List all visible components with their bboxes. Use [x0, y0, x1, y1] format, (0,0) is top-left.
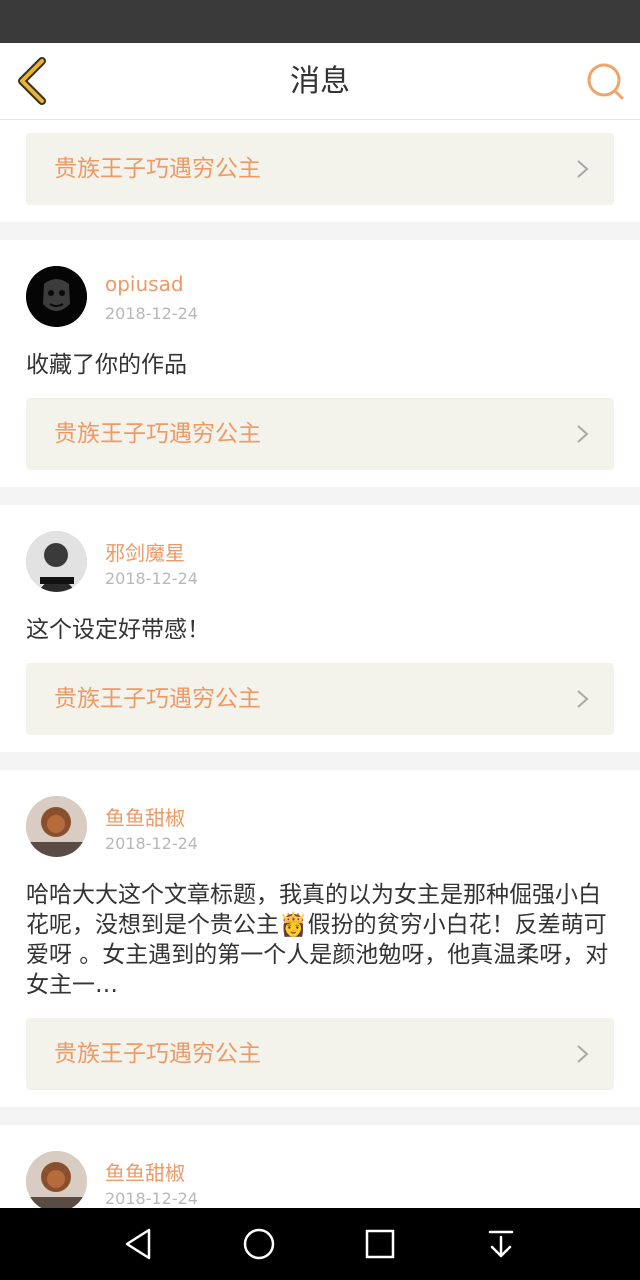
message-text: 这个设定好带感！ — [26, 617, 210, 643]
avatar[interactable] — [26, 531, 87, 592]
search-icon — [587, 63, 624, 100]
avatar-image — [26, 796, 87, 857]
top-bar: 消息 — [0, 43, 640, 120]
nav-back-button[interactable] — [119, 1224, 159, 1264]
avatar-image — [26, 1151, 87, 1208]
message-card: 贵族王子巧遇穷公主 — [0, 120, 640, 222]
work-title: 贵族王子巧遇穷公主 — [54, 421, 261, 447]
system-nav-bar — [0, 1208, 640, 1280]
message-date: 2018-12-24 — [105, 1189, 198, 1208]
back-button[interactable] — [12, 57, 58, 105]
work-title: 贵族王子巧遇穷公主 — [54, 1041, 261, 1067]
username[interactable]: 鱼鱼甜椒 — [105, 1157, 185, 1186]
message-card: opiusad 2018-12-24 收藏了你的作品 贵族王子巧遇穷公主 — [0, 240, 640, 487]
message-card: 鱼鱼甜椒 2018-12-24 — [0, 1125, 640, 1208]
circle-home-icon — [243, 1228, 275, 1260]
username[interactable]: 邪剑魔星 — [105, 537, 185, 566]
message-card: 邪剑魔星 2018-12-24 这个设定好带感！ 贵族王子巧遇穷公主 — [0, 505, 640, 752]
message-date: 2018-12-24 — [105, 569, 198, 588]
username[interactable]: opiusad — [105, 272, 184, 296]
nav-home-button[interactable] — [239, 1224, 279, 1264]
message-text: 收藏了你的作品 — [26, 352, 187, 378]
avatar[interactable] — [26, 796, 87, 857]
page-title: 消息 — [290, 64, 350, 99]
avatar[interactable] — [26, 266, 87, 327]
avatar[interactable] — [26, 1151, 87, 1208]
work-title: 贵族王子巧遇穷公主 — [54, 156, 261, 182]
work-link[interactable]: 贵族王子巧遇穷公主 — [26, 398, 614, 470]
message-date: 2018-12-24 — [105, 834, 198, 853]
back-arrow-icon — [18, 57, 46, 105]
nav-recents-button[interactable] — [360, 1224, 400, 1264]
avatar-image — [26, 266, 87, 327]
message-feed[interactable]: 贵族王子巧遇穷公主 opiusad 2018-12-24 收藏了你的作品 贵族王… — [0, 120, 640, 1208]
work-link[interactable]: 贵族王子巧遇穷公主 — [26, 663, 614, 735]
triangle-back-icon — [125, 1228, 151, 1260]
search-button[interactable] — [584, 60, 626, 102]
pull-down-icon — [488, 1230, 514, 1258]
avatar-image — [26, 531, 87, 592]
chevron-right-icon — [577, 160, 589, 178]
chevron-right-icon — [577, 690, 589, 708]
username[interactable]: 鱼鱼甜椒 — [105, 802, 185, 831]
status-bar — [0, 0, 640, 43]
chevron-right-icon — [577, 1045, 589, 1063]
chevron-right-icon — [577, 425, 589, 443]
work-link[interactable]: 贵族王子巧遇穷公主 — [26, 1018, 614, 1090]
nav-notification-button[interactable] — [481, 1224, 521, 1264]
square-recents-icon — [365, 1229, 395, 1259]
message-card: 鱼鱼甜椒 2018-12-24 哈哈大大这个文章标题，我真的以为女主是那种倔强小… — [0, 770, 640, 1107]
message-date: 2018-12-24 — [105, 304, 198, 323]
work-title: 贵族王子巧遇穷公主 — [54, 686, 261, 712]
work-link[interactable]: 贵族王子巧遇穷公主 — [26, 133, 614, 205]
message-text: 哈哈大大这个文章标题，我真的以为女主是那种倔强小白花呢，没想到是个贵公主👸假扮的… — [26, 882, 609, 998]
